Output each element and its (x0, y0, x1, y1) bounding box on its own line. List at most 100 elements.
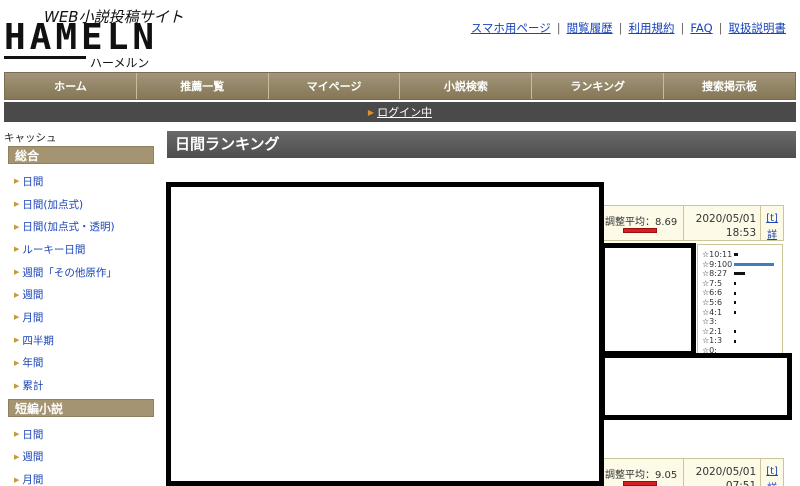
nav-search[interactable]: 小説検索 (400, 73, 533, 99)
sidebar-item[interactable]: ▶ 日間 (4, 170, 154, 193)
nav-board[interactable]: 捜索掲示板 (664, 73, 795, 99)
sidebar-item-label[interactable]: 日間(加点式) (22, 197, 83, 212)
sidebar-item[interactable]: ▶ 年間 (4, 352, 154, 375)
distribution-label: ☆5:6 (702, 297, 723, 307)
links-cell: [t] 詳 (761, 459, 783, 486)
logo-wordmark: HAMELN (4, 17, 159, 58)
rating-cell: 調整平均：9.05 (601, 459, 685, 486)
distribution-row: ☆6:6 (702, 288, 782, 298)
sidebar-item[interactable]: ▶ 四半期 (4, 329, 154, 352)
sidebar-item-label[interactable]: 四半期 (22, 333, 54, 348)
history-link[interactable]: 閲覧履歴 (567, 21, 613, 35)
nav-mypage[interactable]: マイページ (268, 73, 401, 99)
sidebar-item-label[interactable]: 週間「その他原作」 (22, 265, 117, 280)
sidebar-item-label[interactable]: 月間 (22, 472, 43, 486)
triangle-icon: ▶ (14, 290, 20, 299)
triangle-icon: ▶ (14, 381, 20, 390)
logo-underline (4, 56, 86, 59)
sidebar-item[interactable]: ▶ 月間 (4, 468, 154, 486)
triangle-icon: ▶ (14, 245, 20, 254)
tweet-link[interactable]: [t] (766, 466, 778, 477)
sidebar-item[interactable]: ▶ 累計 (4, 374, 154, 397)
triangle-icon: ▶ (14, 222, 20, 231)
top-links: スマホ用ページ | 閲覧履歴 | 利用規約 | FAQ | 取扱説明書 (470, 21, 787, 35)
sidebar-item[interactable]: ▶ 週間 (4, 283, 154, 306)
main-nav: ホーム 推薦一覧 マイページ 小説検索 ランキング 捜索掲示板 (4, 72, 796, 100)
sidebar-item-label[interactable]: 年間 (22, 355, 43, 370)
page-title: 日間ランキング (167, 131, 796, 158)
triangle-icon: ▶ (14, 200, 20, 209)
triangle-icon: ▶ (14, 177, 20, 186)
distribution-bar (734, 291, 736, 295)
triangle-icon: ▶ (14, 475, 20, 484)
distribution-bar (734, 330, 736, 334)
sidebar-item-label[interactable]: 日間(加点式・透明) (22, 219, 114, 234)
distribution-label: ☆3: (702, 317, 717, 327)
manual-link[interactable]: 取扱説明書 (729, 21, 787, 35)
distribution-label: ☆6:6 (702, 288, 723, 298)
triangle-icon: ▶ (14, 452, 20, 461)
distribution-bar (734, 272, 745, 276)
sidebar-item-label[interactable]: 週間 (22, 449, 43, 464)
nav-recommendations[interactable]: 推薦一覧 (136, 73, 269, 99)
login-bar: ▶ ログイン中 (4, 102, 796, 122)
ranking-entry-info: 調整平均：9.05 2020/05/01 07:51 [t] 詳 (600, 458, 784, 486)
update-time: 18:53 (725, 227, 757, 239)
sidebar-item[interactable]: ▶ 週間「その他原作」 (4, 261, 154, 284)
logo-subtitle: ハーメルン (90, 56, 150, 70)
ranking-entry-info: 調整平均：8.69 2020/05/01 18:53 [t] 詳 (600, 205, 784, 241)
distribution-label: ☆4:1 (702, 307, 723, 317)
terms-link[interactable]: 利用規約 (628, 21, 674, 35)
distribution-label: ☆10:11 (702, 250, 733, 259)
sidebar-item-label[interactable]: 日間 (22, 427, 43, 442)
distribution-bar (734, 310, 736, 314)
distribution-label: ☆9:100 (702, 259, 733, 269)
distribution-row: ☆9:100 (702, 260, 782, 270)
tweet-link[interactable]: [t] (766, 213, 778, 224)
distribution-bar (734, 262, 774, 266)
sidebar-item[interactable]: ▶ 日間(加点式・透明) (4, 215, 154, 238)
triangle-icon: ▶ (14, 336, 20, 345)
distribution-label: ☆7:5 (702, 278, 723, 288)
distribution-row: ☆3: (702, 317, 782, 327)
faq-link[interactable]: FAQ (690, 21, 712, 35)
distribution-bar (734, 339, 736, 343)
nav-home[interactable]: ホーム (5, 73, 137, 99)
update-date: 2020/05/01 (695, 466, 757, 478)
distribution-label: ☆1:3 (702, 336, 723, 346)
sidebar-item[interactable]: ▶ 日間 (4, 423, 154, 446)
update-date: 2020/05/01 (695, 213, 757, 225)
links-cell: [t] 詳 (761, 206, 783, 241)
distribution-label: ☆2:1 (702, 326, 723, 336)
triangle-icon: ▶ (14, 313, 20, 322)
sidebar-item-label[interactable]: 日間 (22, 174, 43, 189)
triangle-icon: ▶ (14, 430, 20, 439)
distribution-label: ☆8:27 (702, 269, 728, 279)
nav-ranking[interactable]: ランキング (532, 73, 665, 99)
sidebar-item[interactable]: ▶ ルーキー日間 (4, 238, 154, 261)
redacted-region-wide (600, 353, 792, 420)
detail-link[interactable]: 詳 (767, 230, 777, 241)
sidebar-item[interactable]: ▶ 月間 (4, 306, 154, 329)
average-rating-label: 調整平均：9.05 (605, 470, 678, 481)
rating-bar (623, 481, 657, 486)
average-rating-label: 調整平均：8.69 (605, 217, 678, 228)
distribution-row: ☆5:6 (702, 298, 782, 308)
sidebar-item-label[interactable]: 週間 (22, 287, 43, 302)
login-status-link[interactable]: ログイン中 (377, 104, 432, 120)
smartphone-page-link[interactable]: スマホ用ページ (471, 21, 551, 35)
cache-label: キャッシュ (4, 132, 57, 144)
sidebar-item-label[interactable]: ルーキー日間 (22, 242, 85, 257)
hameln-logo[interactable]: WEB小説投稿サイト HAMELN ハーメルン (4, 4, 186, 70)
sidebar-item-label[interactable]: 累計 (22, 378, 43, 393)
sidebar-item-label[interactable]: 月間 (22, 310, 43, 325)
sidebar-section-short: 短編小説 (8, 398, 154, 417)
rating-cell: 調整平均：8.69 (601, 206, 685, 240)
rating-distribution: ☆10:11 ☆9:100 ☆8:27 ☆7:5 ☆6:6 ☆5:6 ☆4:1 ☆3: ☆2:1… (697, 244, 783, 356)
sidebar-item[interactable]: ▶ 日間(加点式) (4, 193, 154, 216)
sidebar-item[interactable]: ▶ 週間 (4, 446, 154, 469)
distribution-bar (734, 282, 736, 286)
triangle-icon: ▶ (367, 107, 375, 117)
distribution-bar (734, 301, 736, 305)
sidebar-section-overall: 総合 (8, 146, 154, 164)
